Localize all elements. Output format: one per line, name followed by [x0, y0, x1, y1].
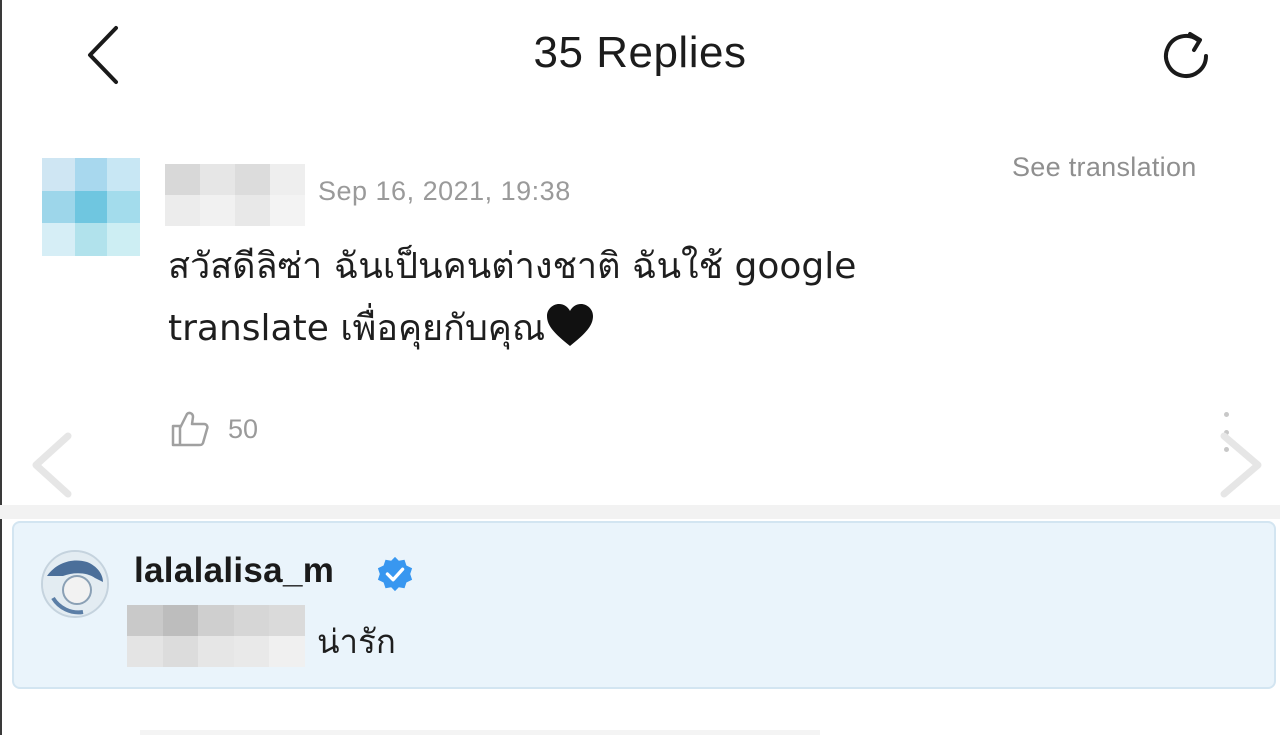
header-bar: 35 Replies [0, 0, 1280, 110]
blurred-mention [127, 605, 305, 667]
comment-body: สวัสดีลิซ่า ฉันเป็นคนต่างชาติ ฉันใช้ goo… [168, 236, 968, 368]
comment-item: Sep 16, 2021, 19:38 See translation สวัส… [0, 140, 1280, 500]
see-translation-link[interactable]: See translation [1012, 152, 1197, 183]
like-count: 50 [228, 413, 259, 444]
comment-timestamp: Sep 16, 2021, 19:38 [318, 176, 571, 206]
thumbs-up-icon [171, 411, 209, 447]
section-divider [0, 505, 1280, 519]
blurred-username [165, 164, 305, 226]
more-vertical-icon [1223, 412, 1229, 417]
reply-text: น่ารัก [317, 622, 396, 661]
like-row: 50 [170, 410, 258, 448]
refresh-icon [1164, 32, 1208, 78]
verified-badge-icon [377, 556, 413, 592]
reply-card: lalalalisa_m น่ารัก [12, 521, 1276, 689]
reply-username[interactable]: lalalalisa_m [134, 551, 334, 591]
refresh-button[interactable] [1156, 24, 1220, 88]
page-title: 35 Replies [533, 28, 747, 77]
like-button[interactable] [170, 410, 210, 448]
bottom-divider [140, 730, 820, 735]
arrow-left-icon[interactable] [26, 430, 78, 500]
arrow-right-icon[interactable] [1212, 430, 1268, 500]
avatar[interactable] [41, 550, 109, 618]
black-heart-icon [545, 302, 595, 368]
blurred-avatar [42, 158, 140, 256]
comment-text: สวัสดีลิซ่า ฉันเป็นคนต่างชาติ ฉันใช้ goo… [168, 246, 857, 349]
